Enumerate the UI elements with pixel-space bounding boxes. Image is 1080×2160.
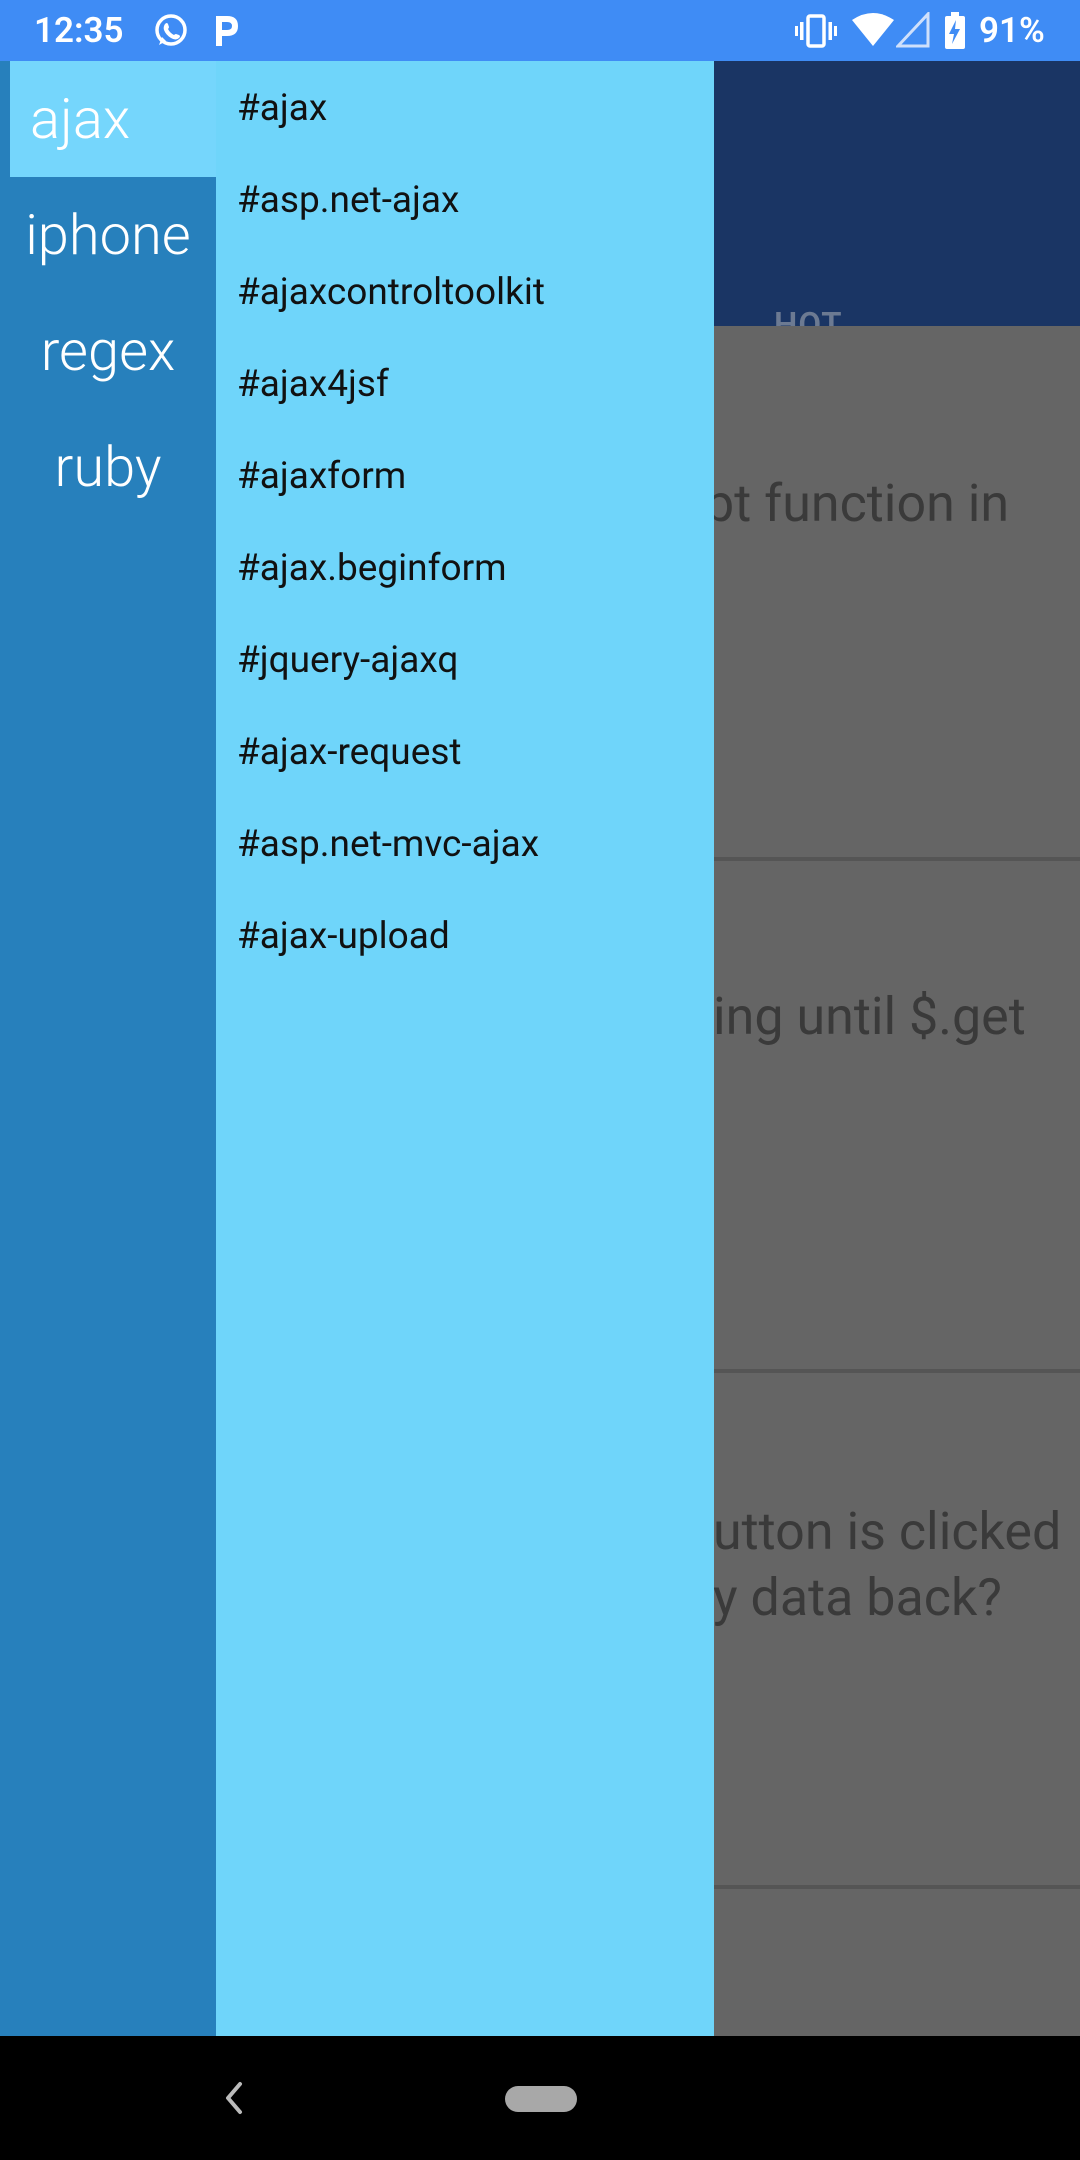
no-signal-icon — [896, 12, 930, 48]
category-item-ajax[interactable]: ajax — [10, 61, 216, 177]
drawer-category-list: ajax iphone regex ruby — [0, 61, 216, 2036]
question-title: pt function in — [705, 473, 1010, 534]
tag-item[interactable]: #ajax — [237, 63, 327, 155]
drawer-tag-list: #ajax #asp.net-ajax #ajaxcontroltoolkit … — [216, 61, 714, 2036]
tag-item[interactable]: #asp.net-ajax — [237, 155, 459, 247]
category-item-ruby[interactable]: ruby — [0, 409, 216, 525]
p-app-icon — [216, 16, 238, 46]
tag-item[interactable]: #ajax-request — [237, 707, 462, 799]
whatsapp-icon — [155, 14, 187, 46]
tag-item[interactable]: #ajax4jsf — [237, 339, 389, 431]
wifi-icon — [852, 13, 894, 46]
tag-item[interactable]: #asp.net-mvc-ajax — [237, 799, 539, 891]
battery-charging-icon — [945, 12, 965, 49]
status-time: 12:35 — [34, 10, 124, 51]
question-title: utton is clicked y data back? — [713, 1501, 1062, 1628]
tag-item[interactable]: #ajax-upload — [237, 891, 450, 983]
navigation-bar — [0, 2036, 1080, 2160]
tag-item[interactable]: #ajaxform — [237, 431, 406, 523]
category-item-regex[interactable]: regex — [0, 293, 216, 409]
battery-percent: 91% — [979, 10, 1045, 51]
vibrate-icon — [795, 14, 837, 48]
home-pill-icon[interactable] — [505, 2086, 577, 2112]
back-icon[interactable] — [218, 2074, 248, 2122]
tag-item[interactable]: #ajax.beginform — [237, 523, 507, 615]
status-bar: 12:35 91% — [0, 0, 1080, 61]
tag-item[interactable]: #jquery-ajaxq — [237, 615, 458, 707]
question-title: ing until $.get — [713, 986, 1026, 1047]
tag-item[interactable]: #ajaxcontroltoolkit — [237, 247, 545, 339]
category-item-iphone[interactable]: iphone — [0, 177, 216, 293]
